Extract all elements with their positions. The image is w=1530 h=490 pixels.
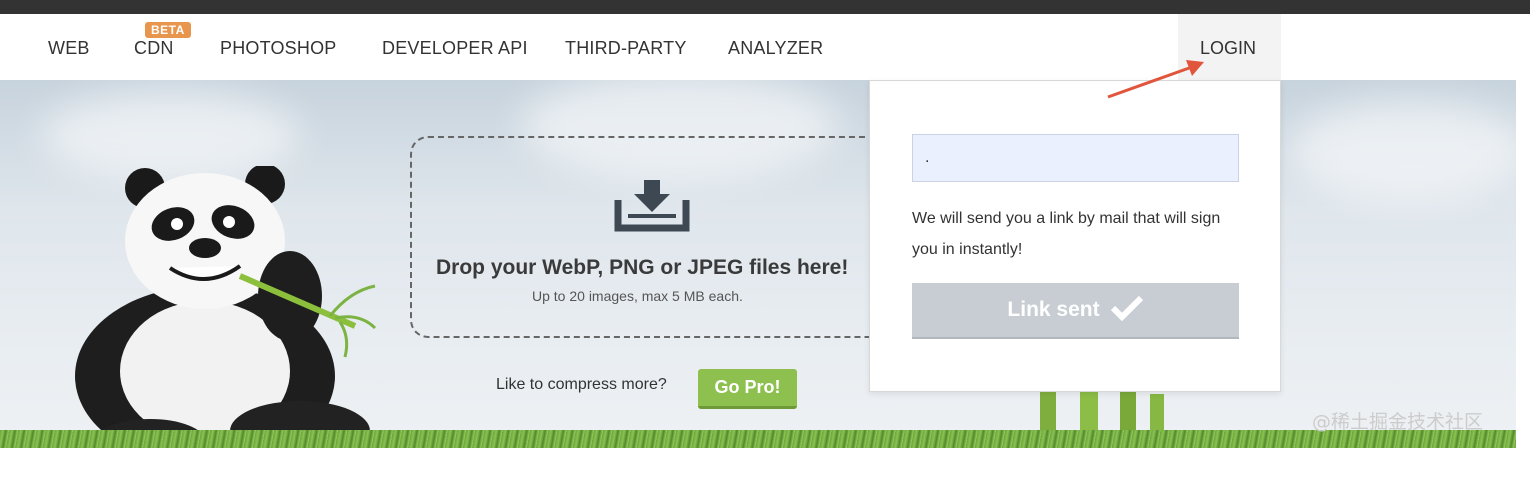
checkmark-icon — [1110, 296, 1143, 322]
go-pro-button[interactable]: Go Pro! — [698, 369, 797, 409]
nav-analyzer[interactable]: ANALYZER — [728, 38, 823, 59]
download-tray-icon — [614, 180, 690, 232]
email-field[interactable] — [912, 134, 1239, 182]
nav-cdn[interactable]: CDN — [134, 38, 174, 59]
link-sent-label: Link sent — [1007, 298, 1100, 321]
nav-developer-api[interactable]: DEVELOPER API — [382, 38, 528, 59]
beta-badge: BETA — [145, 22, 191, 38]
nav-third-party[interactable]: THIRD-PARTY — [565, 38, 687, 59]
nav-web[interactable]: WEB — [48, 38, 90, 59]
dropzone[interactable]: Drop your WebP, PNG or JPEG files here! … — [410, 136, 880, 338]
hero-area: Drop your WebP, PNG or JPEG files here! … — [0, 80, 1516, 448]
cloud — [1290, 100, 1516, 200]
login-dropdown-panel: We will send you a link by mail that wil… — [869, 80, 1281, 392]
grass-strip — [0, 430, 1516, 448]
panda-mascot-icon — [75, 166, 377, 448]
login-message: We will send you a link by mail that wil… — [912, 210, 1221, 258]
dropzone-title: Drop your WebP, PNG or JPEG files here! — [436, 256, 849, 279]
dropzone-subtitle: Up to 20 images, max 5 MB each. — [532, 288, 743, 304]
pointer-arrow-icon — [1107, 60, 1204, 99]
nav-photoshop[interactable]: PHOTOSHOP — [220, 38, 337, 59]
main-nav: WEB BETA CDN PHOTOSHOP DEVELOPER API THI… — [0, 14, 1530, 80]
top-bar — [0, 0, 1530, 14]
watermark-text: @稀土掘金技术社区 — [1312, 411, 1484, 433]
promo-text: Like to compress more? — [496, 376, 667, 393]
link-sent-button[interactable]: Link sent — [912, 283, 1239, 339]
